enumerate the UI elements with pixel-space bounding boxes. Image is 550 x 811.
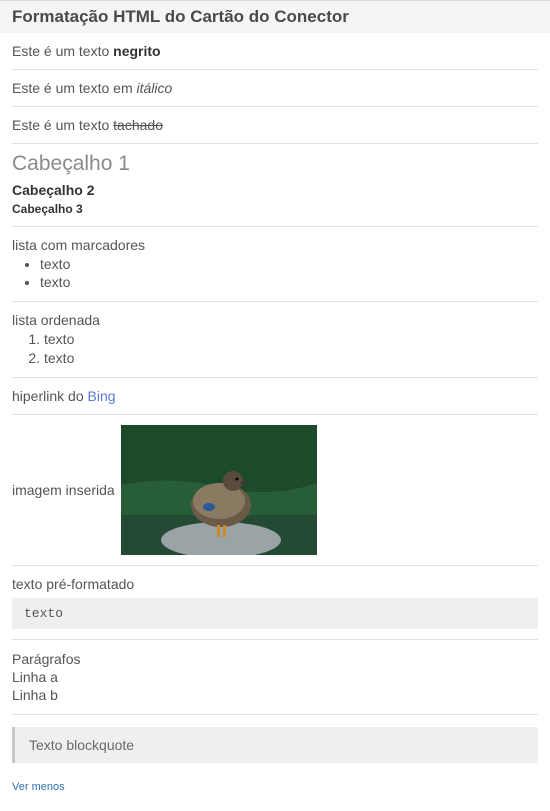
bold-text-row: Este é um texto negrito bbox=[12, 33, 538, 69]
ol-label: lista ordenada bbox=[12, 312, 538, 328]
headers-row: Cabeçalho 1 Cabeçalho 2 Cabeçalho 3 bbox=[12, 144, 538, 226]
ordered-list-row: lista ordenada texto texto bbox=[12, 302, 538, 376]
italic-word: itálico bbox=[137, 80, 173, 96]
heading-3: Cabeçalho 3 bbox=[12, 202, 538, 216]
ul-label: lista com marcadores bbox=[12, 237, 538, 253]
italic-text-row: Este é um texto em itálico bbox=[12, 70, 538, 106]
blockquote: Texto blockquote bbox=[12, 727, 538, 763]
card-title: Formatação HTML do Cartão do Conector bbox=[0, 1, 550, 33]
strike-prefix: Este é um texto bbox=[12, 117, 113, 133]
bold-word: negrito bbox=[113, 43, 160, 59]
blockquote-row: Texto blockquote bbox=[12, 715, 538, 773]
hyperlink-row: hiperlink do Bing bbox=[12, 378, 538, 414]
ordered-list: texto texto bbox=[12, 330, 538, 366]
heading-2: Cabeçalho 2 bbox=[12, 182, 538, 198]
inserted-image bbox=[121, 425, 317, 555]
card-content: Este é um texto negrito Este é um texto … bbox=[0, 33, 550, 795]
preformatted-row: texto pré-formatado texto bbox=[12, 566, 538, 639]
pre-label: texto pré-formatado bbox=[12, 576, 538, 592]
paragraph-line: Linha a bbox=[12, 668, 538, 686]
image-label: imagem inserida bbox=[12, 482, 115, 498]
image-row: imagem inserida bbox=[12, 415, 538, 565]
preformatted-text: texto bbox=[12, 598, 538, 629]
strike-text-row: Este é um texto tachado bbox=[12, 107, 538, 143]
link-prefix: hiperlink do bbox=[12, 388, 88, 404]
paragraph-line: Linha b bbox=[12, 686, 538, 704]
paragraphs-row: Parágrafos Linha a Linha b bbox=[12, 640, 538, 715]
bold-prefix: Este é um texto bbox=[12, 43, 113, 59]
list-item: texto bbox=[44, 330, 538, 348]
paragraphs-label: Parágrafos bbox=[12, 650, 538, 668]
heading-1: Cabeçalho 1 bbox=[12, 144, 538, 178]
strike-word: tachado bbox=[113, 117, 163, 133]
bing-link[interactable]: Bing bbox=[88, 388, 116, 404]
see-less-link[interactable]: Ver menos bbox=[12, 781, 65, 793]
list-item: texto bbox=[44, 349, 538, 367]
list-item: texto bbox=[40, 273, 538, 291]
list-item: texto bbox=[40, 255, 538, 273]
unordered-list-row: lista com marcadores texto texto bbox=[12, 227, 538, 301]
unordered-list: texto texto bbox=[12, 255, 538, 291]
connector-card: Formatação HTML do Cartão do Conector Es… bbox=[0, 0, 550, 805]
italic-prefix: Este é um texto em bbox=[12, 80, 137, 96]
